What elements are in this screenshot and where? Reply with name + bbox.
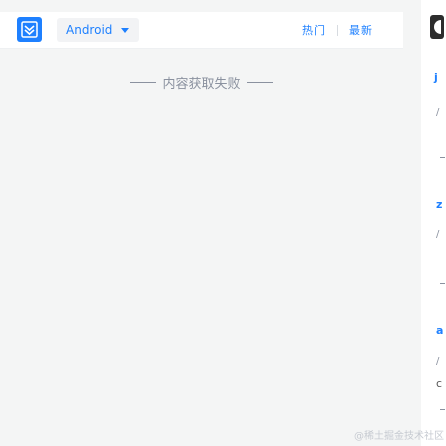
tag-selector-label: Android — [66, 23, 113, 37]
right-sidebar-partial: j / z / a / c — [421, 0, 446, 446]
sidebar-fragment: / — [436, 229, 440, 240]
sidebar-divider — [440, 283, 445, 284]
divider-left — [130, 82, 157, 83]
sidebar-divider — [440, 157, 445, 158]
category-logo-icon[interactable] — [17, 17, 42, 42]
sidebar-fragment: z — [436, 198, 443, 211]
sidebar-fragment: j — [434, 71, 438, 84]
tab-hot[interactable]: 热门 — [302, 22, 326, 38]
sidebar-fragment: a — [436, 324, 444, 337]
sidebar-fragment: c — [436, 377, 443, 390]
chevron-down-double-icon — [21, 21, 38, 38]
tag-selector[interactable]: Android — [57, 18, 139, 42]
tab-latest[interactable]: 最新 — [349, 22, 373, 38]
load-failure-notice: 内容获取失败 — [0, 73, 403, 92]
divider-right — [246, 82, 273, 83]
watermark: @稀土掘金技术社区 — [354, 431, 444, 442]
app-download-icon[interactable] — [430, 15, 444, 39]
article-list-panel: Android 热门 最新 内容获取失败 — [0, 0, 403, 446]
sidebar-divider — [440, 409, 445, 410]
sidebar-fragment: / — [436, 356, 440, 367]
list-header: Android 热门 最新 — [0, 12, 403, 49]
tab-divider — [337, 24, 338, 36]
sort-tabs: 热门 最新 — [302, 21, 373, 39]
load-failure-text: 内容获取失败 — [162, 77, 241, 92]
caret-down-icon — [121, 27, 130, 33]
sidebar-fragment: / — [436, 107, 440, 118]
